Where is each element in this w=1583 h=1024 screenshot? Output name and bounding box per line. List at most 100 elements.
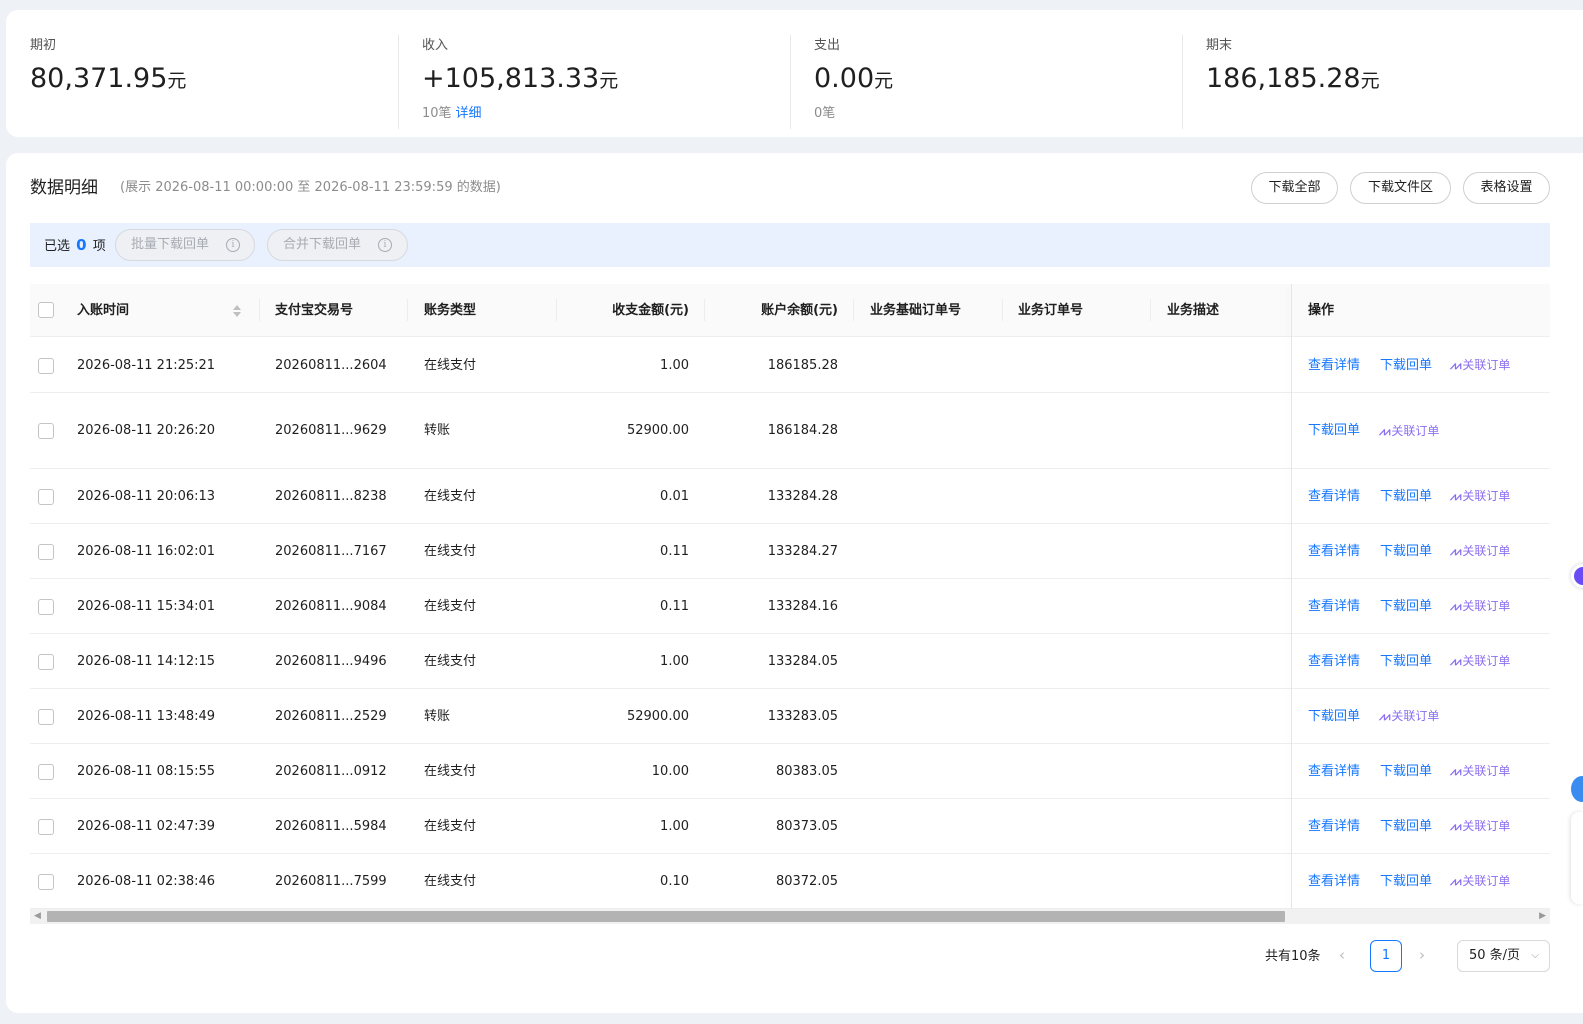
link-order-link[interactable]: ⩘⩘ 关联订单: [1450, 799, 1510, 854]
view-detail-link[interactable]: 查看详情: [1308, 469, 1360, 524]
cell-amount: 52900.00: [626, 423, 689, 438]
stat-opening-label: 期初: [30, 38, 57, 53]
view-detail-link[interactable]: 查看详情: [1308, 854, 1360, 909]
row-checkbox[interactable]: [38, 709, 54, 725]
link-order-link[interactable]: ⩘⩘ 关联订单: [1450, 634, 1510, 689]
divider: [790, 35, 791, 129]
download-receipt-link[interactable]: 下载回单: [1380, 854, 1432, 909]
link-order-link[interactable]: ⩘⩘ 关联订单: [1450, 524, 1510, 579]
download-receipt-link[interactable]: 下载回单: [1380, 799, 1432, 854]
table-row[interactable]: 2026-08-11 13:48:49 20260811...2529 转账 5290…: [30, 689, 1550, 744]
selection-bar: 已选 0 项 批量下载回单 i 合并下载回单 i: [30, 223, 1550, 267]
cell-balance: 80383.05: [775, 764, 838, 779]
link-order-link[interactable]: ⩘⩘ 关联订单: [1450, 338, 1510, 393]
cell-trade-no: 20260811...9496: [275, 654, 387, 669]
stat-expense-count: 0笔: [814, 106, 836, 121]
stat-expense-label: 支出: [814, 38, 841, 53]
download-receipt-link[interactable]: 下载回单: [1380, 524, 1432, 579]
col-base-order: 业务基础订单号: [870, 303, 962, 318]
table-row[interactable]: 2026-08-11 20:06:13 20260811...8238 在线支付 0.…: [30, 469, 1550, 524]
table-row[interactable]: 2026-08-11 08:15:55 20260811...0912 在线支付 10…: [30, 744, 1550, 799]
view-detail-link[interactable]: 查看详情: [1308, 634, 1360, 689]
page-size-select[interactable]: 50 条/页 ⌵: [1457, 940, 1550, 972]
col-order: 业务订单号: [1018, 303, 1084, 318]
scroll-right-icon[interactable]: ▶: [1539, 911, 1546, 922]
table-row[interactable]: 2026-08-11 02:38:46 20260811...7599 在线支付 0.…: [30, 854, 1550, 909]
page-size-label: 50 条/页: [1469, 948, 1521, 963]
download-receipt-link[interactable]: 下载回单: [1380, 338, 1432, 393]
cell-trade-no: 20260811...2604: [275, 358, 387, 373]
download-receipt-link[interactable]: 下载回单: [1380, 634, 1432, 689]
pagination-page-1[interactable]: 1: [1370, 940, 1402, 972]
side-toolbar[interactable]: [1571, 812, 1583, 904]
col-time[interactable]: 入账时间: [77, 284, 129, 337]
download-receipt-link[interactable]: 下载回单: [1308, 393, 1360, 469]
row-checkbox[interactable]: [38, 358, 54, 374]
cell-type: 转账: [424, 709, 451, 724]
view-detail-link[interactable]: 查看详情: [1308, 579, 1360, 634]
download-receipt-link[interactable]: 下载回单: [1308, 689, 1360, 744]
row-checkbox[interactable]: [38, 654, 54, 670]
info-icon[interactable]: i: [226, 238, 240, 252]
ai-icon: ⩘⩘: [1450, 490, 1461, 503]
table-row[interactable]: 2026-08-11 20:26:20 20260811...9629 转账 5290…: [30, 393, 1550, 469]
table-row[interactable]: 2026-08-11 15:34:01 20260811...9084 在线支付 0.…: [30, 579, 1550, 634]
link-order-link[interactable]: ⩘⩘ 关联订单: [1379, 393, 1439, 469]
row-checkbox[interactable]: [38, 819, 54, 835]
view-detail-link[interactable]: 查看详情: [1308, 799, 1360, 854]
link-order-link[interactable]: ⩘⩘ 关联订单: [1450, 469, 1510, 524]
stat-income: 收入 +105,813.33元 10笔 详细: [422, 38, 618, 130]
sort-icon[interactable]: [232, 303, 242, 319]
income-detail-link[interactable]: 详细: [456, 106, 482, 121]
cell-amount: 0.11: [660, 599, 689, 614]
selection-suffix: 项: [92, 239, 106, 254]
download-files-button[interactable]: 下载文件区: [1350, 172, 1451, 204]
cell-amount: 1.00: [660, 654, 689, 669]
cell-amount: 0.10: [660, 874, 689, 889]
row-checkbox[interactable]: [38, 489, 54, 505]
select-all-checkbox[interactable]: [38, 302, 54, 318]
view-detail-link[interactable]: 查看详情: [1308, 524, 1360, 579]
stat-income-amount: +105,813.33: [422, 63, 600, 94]
ai-icon: ⩘⩘: [1450, 359, 1461, 372]
chevron-right-icon[interactable]: ›: [1419, 946, 1425, 964]
row-checkbox[interactable]: [38, 874, 54, 890]
link-order-link[interactable]: ⩘⩘ 关联订单: [1450, 854, 1510, 909]
download-receipt-link[interactable]: 下载回单: [1380, 744, 1432, 799]
download-receipt-link[interactable]: 下载回单: [1380, 469, 1432, 524]
merge-download-button[interactable]: 合并下载回单 i: [267, 229, 408, 261]
scroll-left-icon[interactable]: ◀: [34, 911, 41, 922]
download-all-button[interactable]: 下载全部: [1251, 172, 1338, 204]
stat-income-unit: 元: [599, 70, 619, 92]
link-order-link[interactable]: ⩘⩘ 关联订单: [1450, 744, 1510, 799]
table-row[interactable]: 2026-08-11 14:12:15 20260811...9496 在线支付 1.…: [30, 634, 1550, 689]
horizontal-scrollbar[interactable]: ◀ ▶: [30, 909, 1550, 924]
cell-amount: 1.00: [660, 819, 689, 834]
view-detail-link[interactable]: 查看详情: [1308, 744, 1360, 799]
cell-amount: 10.00: [651, 764, 689, 779]
view-detail-link[interactable]: 查看详情: [1308, 338, 1360, 393]
batch-download-label: 批量下载回单: [131, 237, 210, 252]
cell-trade-no: 20260811...5984: [275, 819, 387, 834]
chevron-left-icon[interactable]: ‹: [1339, 946, 1345, 964]
scrollbar-thumb[interactable]: [47, 911, 1285, 922]
row-checkbox[interactable]: [38, 544, 54, 560]
ai-icon: ⩘⩘: [1450, 765, 1461, 778]
download-receipt-link[interactable]: 下载回单: [1380, 579, 1432, 634]
info-icon[interactable]: i: [378, 238, 392, 252]
row-checkbox[interactable]: [38, 599, 54, 615]
link-order-link[interactable]: ⩘⩘ 关联订单: [1450, 579, 1510, 634]
cell-balance: 133284.05: [767, 654, 838, 669]
floating-assistant-icon[interactable]: [1571, 560, 1583, 592]
ai-icon: ⩘⩘: [1450, 600, 1461, 613]
row-checkbox[interactable]: [38, 764, 54, 780]
table-row[interactable]: 2026-08-11 21:25:21 20260811...2604 在线支付 1.…: [30, 338, 1550, 393]
batch-download-button[interactable]: 批量下载回单 i: [115, 229, 255, 261]
table-row[interactable]: 2026-08-11 02:47:39 20260811...5984 在线支付 1.…: [30, 799, 1550, 854]
link-order-link[interactable]: ⩘⩘ 关联订单: [1379, 689, 1439, 744]
table-settings-button[interactable]: 表格设置: [1463, 172, 1550, 204]
row-checkbox[interactable]: [38, 423, 54, 439]
pagination-total: 共有10条: [1265, 949, 1321, 964]
robot-helper-icon[interactable]: [1571, 770, 1583, 810]
table-row[interactable]: 2026-08-11 16:02:01 20260811...7167 在线支付 0.…: [30, 524, 1550, 579]
